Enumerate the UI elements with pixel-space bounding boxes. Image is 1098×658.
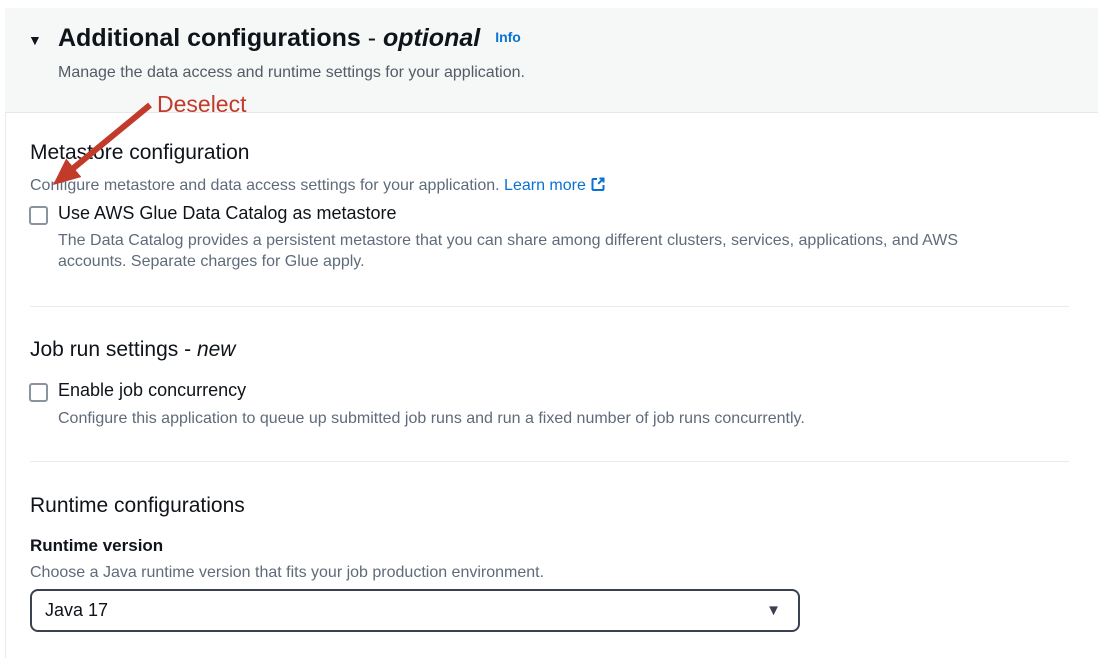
section-title: Additional configurations - optional Info bbox=[58, 24, 521, 53]
section-divider bbox=[30, 461, 1069, 462]
job-run-settings-separator: - bbox=[178, 338, 197, 361]
job-concurrency-checkbox[interactable] bbox=[29, 383, 48, 402]
deselect-annotation-label: Deselect bbox=[157, 92, 246, 117]
job-run-settings-heading-text: Job run settings bbox=[30, 338, 178, 361]
glue-catalog-checkbox[interactable] bbox=[29, 206, 48, 225]
section-subtitle: Manage the data access and runtime setti… bbox=[58, 64, 525, 82]
additional-configurations-panel: ▼ Additional configurations - optional In… bbox=[0, 0, 1098, 658]
job-run-settings-new-badge: new bbox=[197, 338, 236, 361]
runtime-configurations-heading: Runtime configurations bbox=[30, 494, 245, 518]
info-link[interactable]: Info bbox=[495, 29, 521, 45]
deselect-arrow-icon bbox=[35, 100, 160, 195]
job-concurrency-checkbox-label[interactable]: Enable job concurrency bbox=[58, 380, 246, 401]
section-title-optional: optional bbox=[383, 24, 480, 52]
section-title-separator: - bbox=[361, 24, 383, 52]
job-concurrency-description: Configure this application to queue up s… bbox=[58, 408, 805, 429]
learn-more-link[interactable]: Learn more bbox=[504, 177, 606, 194]
runtime-version-value: Java 17 bbox=[32, 600, 766, 621]
caret-down-icon[interactable]: ▼ bbox=[28, 33, 42, 47]
external-link-icon bbox=[590, 176, 606, 192]
glue-catalog-checkbox-label[interactable]: Use AWS Glue Data Catalog as metastore bbox=[58, 203, 396, 224]
runtime-version-select[interactable]: Java 17 ▼ bbox=[30, 589, 800, 632]
runtime-version-label: Runtime version bbox=[30, 536, 163, 556]
learn-more-label: Learn more bbox=[504, 177, 586, 194]
glue-catalog-description: The Data Catalog provides a persistent m… bbox=[58, 230, 1006, 272]
section-divider bbox=[30, 306, 1069, 307]
section-title-text: Additional configurations bbox=[58, 24, 361, 52]
runtime-version-description: Choose a Java runtime version that fits … bbox=[30, 562, 544, 583]
job-run-settings-heading: Job run settings - new bbox=[30, 338, 235, 362]
caret-down-icon: ▼ bbox=[766, 603, 798, 618]
